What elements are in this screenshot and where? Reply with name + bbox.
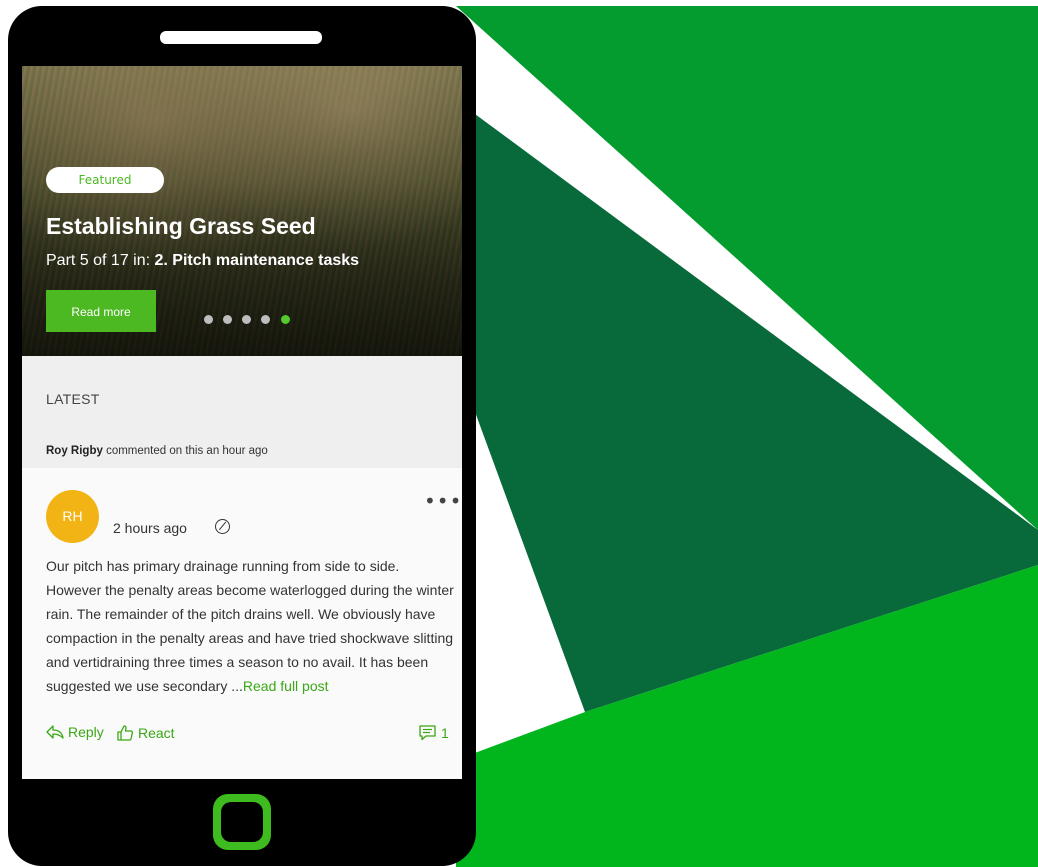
carousel-dot-1[interactable]	[204, 315, 213, 324]
phone-home-button[interactable]	[213, 794, 271, 850]
phone-speaker	[160, 31, 322, 44]
post-card: RH 2 hours ago ••• Our pitch has primary…	[22, 468, 462, 779]
edited-icon	[215, 519, 230, 534]
carousel-dot-2[interactable]	[223, 315, 232, 324]
thumbs-up-icon	[117, 725, 133, 741]
comment-count: 1	[441, 724, 449, 741]
hero-subtitle: Part 5 of 17 in: 2. Pitch maintenance ta…	[46, 252, 359, 270]
featured-badge: Featured	[46, 167, 164, 193]
more-options-icon[interactable]: •••	[424, 491, 462, 511]
carousel-dot-3[interactable]	[242, 315, 251, 324]
carousel-dot-4[interactable]	[261, 315, 270, 324]
activity-user-link[interactable]: Roy Rigby	[46, 445, 103, 457]
carousel-dot-5[interactable]	[281, 315, 290, 324]
hero-series-link[interactable]: 2. Pitch maintenance tasks	[155, 252, 360, 269]
activity-text: commented on this an hour ago	[102, 445, 268, 457]
hero-subtitle-prefix: Part 5 of 17 in:	[46, 252, 155, 269]
post-time: 2 hours ago	[113, 520, 187, 536]
latest-section: LATEST Roy Rigby commented on this an ho…	[22, 356, 462, 468]
read-full-post-link[interactable]: Read full post	[243, 678, 329, 694]
latest-heading: LATEST	[46, 391, 100, 407]
hero-title[interactable]: Establishing Grass Seed	[46, 213, 316, 240]
phone-frame: Featured Establishing Grass Seed Part 5 …	[8, 6, 476, 866]
post-body: Our pitch has primary drainage running f…	[46, 554, 456, 698]
reply-label: Reply	[68, 724, 104, 740]
activity-line: Roy Rigby commented on this an hour ago	[46, 445, 268, 457]
app-screen: Featured Establishing Grass Seed Part 5 …	[22, 66, 462, 779]
react-label: React	[138, 725, 175, 741]
comments-button[interactable]: 1	[418, 724, 449, 741]
read-more-button[interactable]: Read more	[46, 290, 156, 332]
avatar[interactable]: RH	[46, 490, 99, 543]
post-body-text: Our pitch has primary drainage running f…	[46, 558, 454, 694]
reply-button[interactable]: Reply	[46, 724, 104, 740]
reply-icon	[46, 725, 64, 739]
comment-icon	[419, 725, 436, 741]
react-button[interactable]: React	[116, 724, 175, 742]
featured-hero[interactable]: Featured Establishing Grass Seed Part 5 …	[22, 66, 462, 356]
